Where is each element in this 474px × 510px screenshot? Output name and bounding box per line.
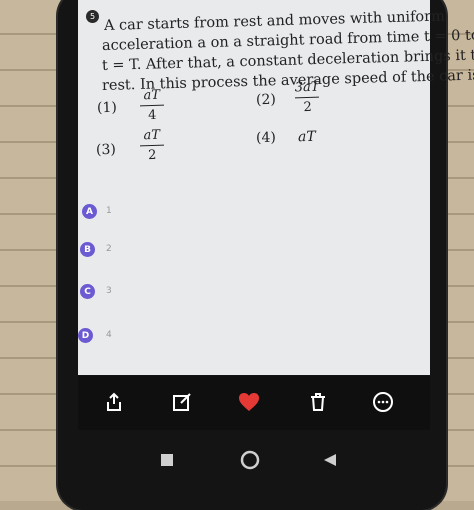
option-1-label: (1): [96, 99, 118, 117]
share-icon[interactable]: [102, 390, 126, 414]
fraction-bar: [139, 144, 165, 147]
heart-icon[interactable]: [237, 390, 261, 414]
option-2-denominator: 2: [303, 99, 312, 116]
option-2-fraction: 3aT 2: [295, 80, 321, 116]
option-3-label: (3): [95, 141, 117, 159]
more-icon[interactable]: [371, 390, 395, 414]
answer-d-text[interactable]: 4: [106, 330, 112, 340]
option-1-denominator: 4: [147, 107, 157, 124]
home-icon[interactable]: [240, 450, 260, 474]
option-4-value: aT: [297, 128, 316, 146]
option-1-fraction: aT 4: [139, 87, 165, 124]
recent-apps-icon[interactable]: [160, 452, 174, 471]
answer-c-text[interactable]: 3: [106, 286, 112, 296]
back-icon[interactable]: [322, 452, 338, 472]
edit-icon[interactable]: [170, 390, 194, 414]
option-1-numerator: aT: [143, 87, 161, 104]
answer-a-badge[interactable]: A: [82, 204, 97, 219]
option-2-numerator: 3aT: [294, 79, 320, 96]
fraction-bar: [295, 96, 320, 99]
answer-b-badge[interactable]: B: [80, 242, 95, 257]
option-3-fraction: aT 2: [139, 127, 165, 164]
question-number-badge: 5: [86, 10, 99, 23]
answer-c-badge[interactable]: C: [80, 284, 95, 299]
answer-a-text[interactable]: 1: [106, 206, 112, 216]
fraction-bar: [139, 104, 165, 107]
delete-icon[interactable]: [306, 390, 330, 414]
option-3-numerator: aT: [143, 127, 161, 144]
answer-b-text[interactable]: 2: [106, 244, 112, 254]
option-2-label: (2): [255, 91, 277, 109]
option-4-label: (4): [255, 129, 277, 147]
answer-d-badge[interactable]: D: [78, 328, 93, 343]
option-3-denominator: 2: [147, 147, 157, 164]
